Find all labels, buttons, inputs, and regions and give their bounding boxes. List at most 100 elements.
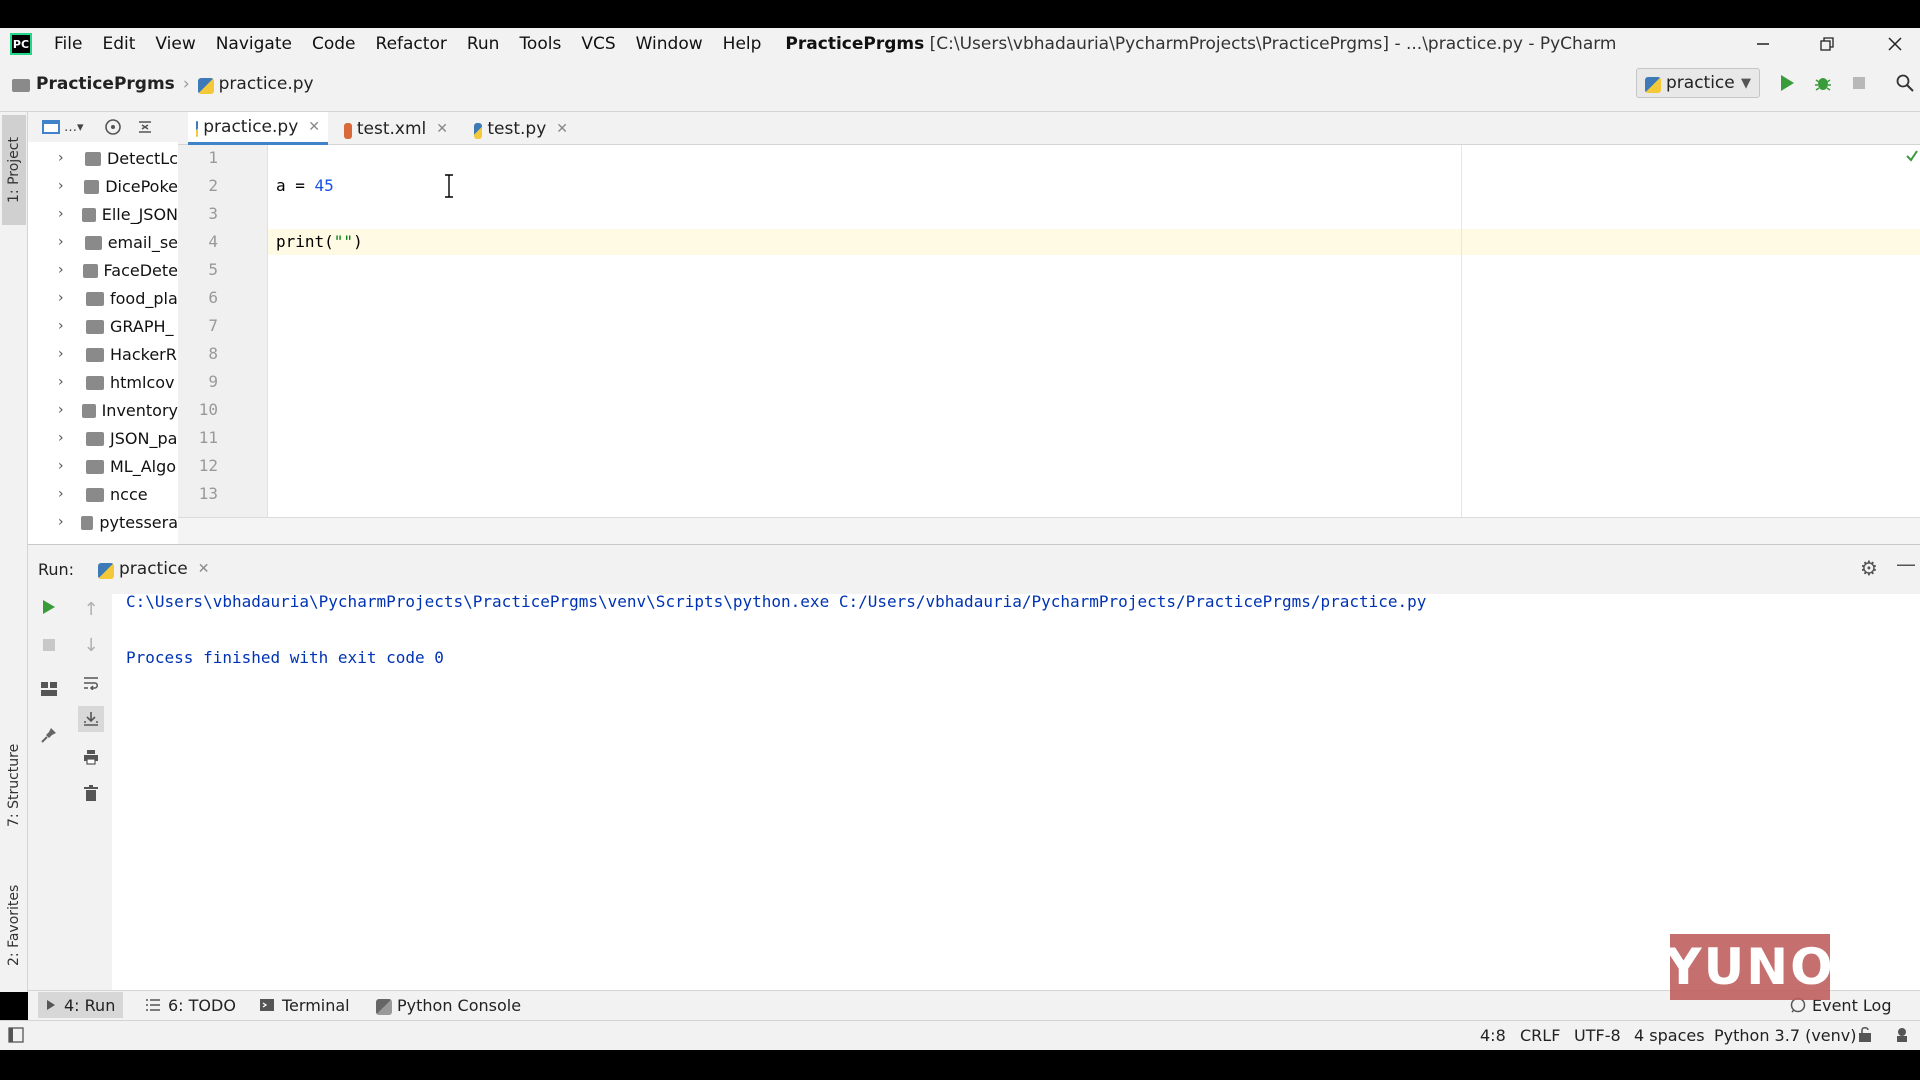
breadcrumb-file[interactable]: practice.py [219, 74, 314, 94]
menu-edit[interactable]: Edit [92, 34, 145, 54]
project-tool-tab[interactable]: 1: Project [2, 115, 26, 225]
tool-tab-terminal[interactable]: Terminal [252, 992, 358, 1018]
project-view-dropdown-icon[interactable]: …▾ [64, 120, 84, 135]
menu-code[interactable]: Code [302, 34, 366, 54]
project-tree-label: DetectLc [106, 148, 178, 168]
breadcrumb-project[interactable]: PracticePrgms [36, 74, 175, 94]
menu-file[interactable]: File [44, 34, 92, 54]
soft-wrap-button[interactable] [78, 670, 104, 696]
structure-tool-tab-label: 7: Structure [6, 743, 22, 827]
menu-vcs[interactable]: VCS [571, 34, 625, 54]
project-tree-item[interactable]: › ML_Algo [28, 452, 178, 480]
chevron-right-icon[interactable]: › [58, 318, 72, 334]
locate-file-icon[interactable] [104, 118, 122, 136]
chevron-right-icon[interactable]: › [58, 234, 71, 250]
run-tab-practice[interactable]: practice ✕ [98, 554, 209, 584]
file-encoding[interactable]: UTF-8 [1574, 1026, 1621, 1045]
window-title-project: PracticePrgms [785, 34, 925, 54]
debug-button[interactable] [1810, 70, 1836, 96]
search-everywhere-button[interactable] [1892, 70, 1918, 96]
structure-tool-tab[interactable]: 7: Structure [2, 730, 26, 840]
code-token: a = [276, 176, 315, 195]
project-tree-item[interactable]: › GRAPH_ [28, 312, 178, 340]
code-editor[interactable] [268, 145, 1920, 517]
print-button[interactable] [78, 744, 104, 770]
restore-window-button[interactable] [1804, 28, 1850, 60]
clear-all-button[interactable] [78, 780, 104, 806]
current-line-highlight [268, 229, 1920, 255]
restore-layout-button[interactable] [36, 676, 62, 702]
chevron-right-icon[interactable]: › [58, 178, 70, 194]
stop-run-button[interactable] [36, 632, 62, 658]
project-tree-item[interactable]: › pytessera [28, 508, 178, 536]
project-tree-item[interactable]: › ncce [28, 480, 178, 508]
project-tree-item[interactable]: › DicePoke [28, 172, 178, 200]
run-configuration-select[interactable]: practice ▼ [1636, 68, 1760, 98]
project-tree-item[interactable]: › htmlcov [28, 368, 178, 396]
editor-horizontal-scrollbar[interactable] [178, 517, 1920, 544]
minimize-window-button[interactable] [1740, 28, 1786, 60]
pin-icon [41, 728, 56, 743]
close-tab-icon[interactable]: ✕ [198, 561, 210, 577]
chevron-right-icon[interactable]: › [58, 374, 72, 390]
chevron-right-icon[interactable]: › [58, 346, 72, 362]
menu-refactor[interactable]: Refactor [366, 34, 457, 54]
tab-test-py[interactable]: test.py ✕ [466, 112, 576, 145]
chevron-right-icon[interactable]: › [58, 402, 68, 418]
project-tree-item[interactable]: › HackerR [28, 340, 178, 368]
tab-practice-py[interactable]: practice.py ✕ [188, 112, 328, 145]
chevron-right-icon[interactable]: › [58, 458, 72, 474]
menu-navigate[interactable]: Navigate [206, 34, 302, 54]
project-view-icon[interactable] [42, 120, 60, 134]
project-tree-item[interactable]: › food_pla [28, 284, 178, 312]
lock-icon[interactable] [1858, 1026, 1872, 1042]
project-tree-item[interactable]: › email_se [28, 228, 178, 256]
chevron-right-icon[interactable]: › [58, 290, 72, 306]
trash-icon [84, 785, 98, 801]
tool-tab-run[interactable]: 4: Run [38, 992, 124, 1018]
inspection-ok-icon[interactable] [1906, 150, 1918, 162]
hector-icon[interactable] [1894, 1026, 1910, 1042]
favorites-tool-tab[interactable]: 2: Favorites [2, 870, 26, 980]
project-tree-item[interactable]: › DetectLc [28, 144, 178, 172]
project-tree-item[interactable]: › Elle_JSON [28, 200, 178, 228]
chevron-right-icon[interactable]: › [58, 430, 72, 446]
tool-tab-todo[interactable]: 6: TODO [138, 992, 244, 1018]
menu-help[interactable]: Help [713, 34, 772, 54]
tab-test-xml[interactable]: test.xml ✕ [336, 112, 456, 145]
scroll-to-end-button[interactable] [78, 706, 104, 732]
project-tree-item[interactable]: › FaceDete [28, 256, 178, 284]
scroll-up-button[interactable]: ↑ [78, 596, 104, 622]
pin-tab-button[interactable] [36, 722, 62, 748]
close-tab-icon[interactable]: ✕ [436, 121, 448, 137]
indent-setting[interactable]: 4 spaces [1634, 1026, 1705, 1045]
menu-window[interactable]: Window [626, 34, 713, 54]
chevron-right-icon[interactable]: › [58, 150, 71, 166]
chevron-right-icon[interactable]: › [58, 486, 72, 502]
tool-tab-python-console[interactable]: Python Console [368, 992, 529, 1018]
menu-run[interactable]: Run [457, 34, 510, 54]
caret-position[interactable]: 4:8 [1480, 1026, 1506, 1045]
gear-icon[interactable]: ⚙ [1860, 556, 1878, 580]
collapse-all-icon[interactable] [136, 118, 154, 136]
minimize-panel-icon[interactable]: — [1896, 552, 1916, 576]
python-file-icon [196, 121, 199, 137]
close-window-button[interactable] [1872, 28, 1918, 60]
chevron-right-icon[interactable]: › [58, 262, 69, 278]
stop-button[interactable] [1846, 70, 1872, 96]
menu-view[interactable]: View [145, 34, 205, 54]
line-separator[interactable]: CRLF [1520, 1026, 1560, 1045]
folder-icon [86, 292, 104, 306]
menu-tools[interactable]: Tools [509, 34, 571, 54]
close-tab-icon[interactable]: ✕ [556, 121, 568, 137]
run-button[interactable] [1774, 70, 1800, 96]
project-tree-item[interactable]: › JSON_pa [28, 424, 178, 452]
python-interpreter[interactable]: Python 3.7 (venv) [1714, 1026, 1856, 1045]
chevron-right-icon[interactable]: › [58, 206, 68, 222]
scroll-down-button[interactable]: ↓ [78, 632, 104, 658]
toggle-tool-windows-icon[interactable] [8, 1027, 24, 1043]
rerun-button[interactable] [36, 594, 62, 620]
close-tab-icon[interactable]: ✕ [308, 119, 320, 135]
project-tree-item[interactable]: › Inventory [28, 396, 178, 424]
chevron-right-icon[interactable]: › [58, 514, 67, 530]
